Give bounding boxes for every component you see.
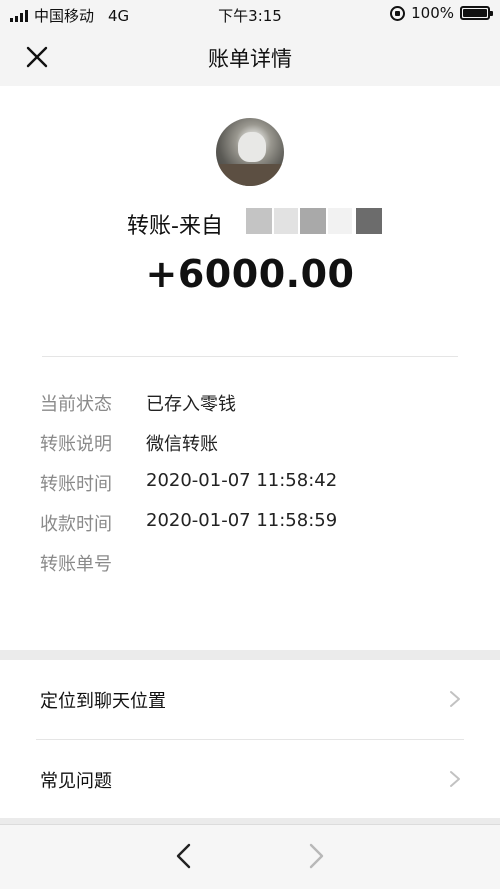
page-title: 账单详情 bbox=[208, 47, 292, 71]
detail-label: 转账单号 bbox=[40, 554, 112, 575]
close-button[interactable] bbox=[22, 42, 52, 72]
action-menu: 定位到聊天位置 常见问题 bbox=[0, 660, 500, 818]
menu-item-locate-chat[interactable]: 定位到聊天位置 bbox=[0, 660, 500, 738]
nav-bar: 账单详情 bbox=[0, 28, 500, 86]
detail-value: 微信转账 bbox=[146, 434, 218, 455]
chevron-right-icon bbox=[450, 691, 460, 707]
redacted-name-block bbox=[274, 208, 298, 234]
menu-item-label: 定位到聊天位置 bbox=[40, 691, 166, 712]
menu-item-label: 常见问题 bbox=[40, 771, 112, 792]
detail-label: 当前状态 bbox=[40, 394, 112, 415]
redacted-name-block bbox=[300, 208, 326, 234]
status-bar: 中国移动 4G 下午3:15 100% bbox=[0, 0, 500, 28]
detail-label: 转账说明 bbox=[40, 434, 112, 455]
detail-label: 收款时间 bbox=[40, 514, 112, 535]
chevron-left-icon[interactable] bbox=[174, 843, 194, 869]
transfer-from-label: 转账-来自 bbox=[127, 214, 223, 239]
redacted-name-block bbox=[246, 208, 272, 234]
orientation-lock-icon bbox=[390, 5, 406, 21]
redacted-name-block bbox=[356, 208, 382, 234]
detail-value: 2020-01-07 11:58:59 bbox=[146, 510, 338, 531]
detail-value: 已存入零钱 bbox=[146, 394, 236, 415]
chevron-right-icon[interactable] bbox=[306, 843, 326, 869]
status-right: 100% bbox=[390, 4, 493, 22]
redacted-name-block bbox=[328, 208, 352, 234]
battery-percent: 100% bbox=[411, 4, 454, 22]
detail-value: 2020-01-07 11:58:42 bbox=[146, 470, 338, 491]
divider bbox=[42, 356, 458, 357]
chevron-right-icon bbox=[450, 771, 460, 787]
transfer-amount: +6000.00 bbox=[145, 252, 355, 296]
avatar[interactable] bbox=[216, 118, 284, 186]
transfer-from: 转账-来自 bbox=[0, 208, 500, 239]
transfer-card: 转账-来自 +6000.00 当前状态 已存入零钱 转账说明 微信转账 转账时间… bbox=[0, 86, 500, 650]
close-icon bbox=[26, 46, 48, 68]
battery-icon bbox=[460, 6, 493, 20]
menu-item-faq[interactable]: 常见问题 bbox=[0, 740, 500, 818]
detail-label: 转账时间 bbox=[40, 474, 112, 495]
bottom-nav-bar bbox=[0, 824, 500, 889]
